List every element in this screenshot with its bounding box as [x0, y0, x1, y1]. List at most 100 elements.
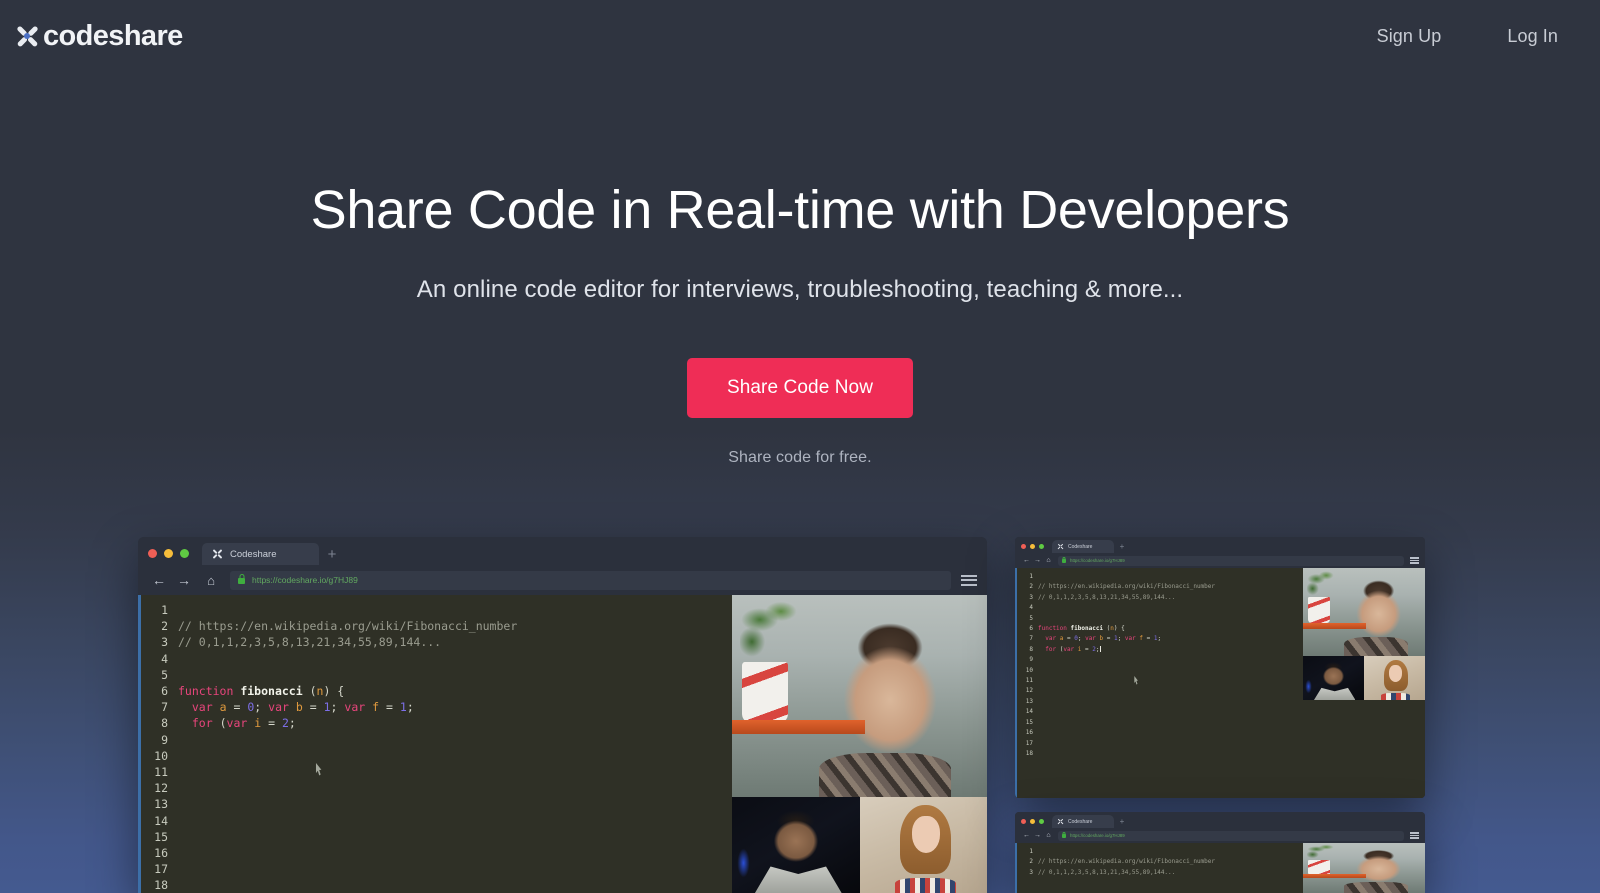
browser-toolbar-tertiary: ← → ⌂ https://codeshare.io/g7HJ89 — [1015, 828, 1425, 843]
close-window-button[interactable] — [1021, 819, 1026, 824]
line-number: 13 — [1017, 697, 1033, 707]
home-icon[interactable]: ⌂ — [1043, 830, 1054, 841]
browser-tabbar-tertiary: Codeshare + — [1015, 812, 1425, 828]
line-number: 16 — [141, 845, 168, 861]
padlock-icon — [238, 578, 245, 584]
browser-tab-codeshare[interactable]: Codeshare — [202, 543, 319, 565]
hero-subtitle: An online code editor for interviews, tr… — [0, 276, 1600, 304]
line-number: 11 — [141, 764, 168, 780]
home-icon[interactable]: ⌂ — [1043, 555, 1054, 566]
browser-toolbar: ← → ⌂ https://codeshare.io/g7HJ89 — [138, 565, 987, 595]
participant-main-video[interactable] — [732, 595, 987, 797]
arrow-right-icon[interactable]: → — [173, 569, 195, 591]
line-number: 10 — [141, 748, 168, 764]
nav-log-in[interactable]: Log In — [1507, 26, 1558, 47]
minimize-window-button[interactable] — [1030, 819, 1035, 824]
line-number: 16 — [1017, 728, 1033, 738]
line-number: 7 — [141, 699, 168, 715]
line-number: 8 — [141, 715, 168, 731]
code-content-main[interactable]: // https://en.wikipedia.org/wiki/Fibonac… — [168, 595, 517, 893]
browser-toolbar-secondary: ← → ⌂ https://codeshare.io/g7HJ89 — [1015, 553, 1425, 568]
codeshare-logo[interactable]: codeshare — [14, 20, 183, 53]
minimize-window-button[interactable] — [164, 549, 173, 558]
browser-mockup-tertiary: Codeshare + ← → ⌂ https://codeshare.io/g… — [1015, 812, 1425, 893]
participant-third-video[interactable] — [1364, 656, 1425, 700]
line-number: 6 — [141, 683, 168, 699]
logo-wordmark: codeshare — [43, 20, 183, 53]
line-number: 15 — [141, 829, 168, 845]
arrow-left-icon[interactable]: ← — [148, 569, 170, 591]
nav-sign-up[interactable]: Sign Up — [1377, 26, 1442, 47]
hamburger-menu-icon[interactable] — [1410, 557, 1419, 564]
line-number-gutter-main: 123456789101112131415161718 — [141, 595, 168, 893]
arrow-left-icon[interactable]: ← — [1021, 555, 1032, 566]
site-header: codeshare Sign Up Log In — [0, 0, 1600, 72]
participant-main-video[interactable] — [1303, 843, 1425, 893]
participant-main-video[interactable] — [1303, 568, 1425, 656]
line-number: 11 — [1017, 676, 1033, 686]
line-number: 5 — [141, 667, 168, 683]
plus-icon[interactable]: + — [319, 543, 345, 565]
maximize-window-button[interactable] — [1039, 819, 1044, 824]
url-bar[interactable]: https://codeshare.io/g7HJ89 — [230, 571, 951, 590]
video-thumbnail-row — [1303, 656, 1425, 700]
participant-third-video[interactable] — [860, 797, 988, 893]
line-number: 17 — [141, 861, 168, 877]
share-code-now-button[interactable]: Share Code Now — [687, 358, 913, 418]
cta-subtext: Share code for free. — [0, 449, 1600, 467]
codeshare-logo-icon — [1057, 818, 1064, 825]
browser-mockup-secondary: Codeshare + ← → ⌂ https://codeshare.io/g… — [1015, 537, 1425, 798]
maximize-window-button[interactable] — [180, 549, 189, 558]
participant-second-video[interactable] — [1303, 656, 1364, 700]
line-number: 18 — [141, 877, 168, 893]
plus-icon[interactable]: + — [1114, 540, 1130, 553]
arrow-right-icon[interactable]: → — [1032, 830, 1043, 841]
line-number: 3 — [1017, 593, 1033, 603]
hamburger-menu-icon[interactable] — [1410, 832, 1419, 839]
line-number: 3 — [141, 634, 168, 650]
window-traffic-lights-tertiary — [1021, 819, 1044, 828]
line-number: 10 — [1017, 666, 1033, 676]
code-editor-main[interactable]: 123456789101112131415161718 // https://e… — [138, 595, 732, 893]
url-text: https://codeshare.io/g7HJ89 — [252, 575, 358, 585]
code-content-secondary[interactable]: // https://en.wikipedia.org/wiki/Fibonac… — [1033, 568, 1215, 798]
line-number: 15 — [1017, 718, 1033, 728]
maximize-window-button[interactable] — [1039, 544, 1044, 549]
video-thumbnail-row — [732, 797, 987, 893]
participant-second-video[interactable] — [732, 797, 860, 893]
line-number: 13 — [141, 796, 168, 812]
line-number: 18 — [1017, 749, 1033, 759]
video-call-panel-main — [732, 595, 987, 893]
padlock-icon — [1062, 834, 1066, 838]
close-window-button[interactable] — [1021, 544, 1026, 549]
arrow-right-icon[interactable]: → — [1032, 555, 1043, 566]
browser-tab-codeshare[interactable]: Codeshare — [1052, 815, 1114, 828]
x-dots-logo-icon — [14, 23, 40, 49]
url-bar[interactable]: https://codeshare.io/g7HJ89 — [1058, 831, 1404, 841]
line-number: 12 — [1017, 686, 1033, 696]
line-number: 4 — [141, 651, 168, 667]
line-number: 4 — [1017, 603, 1033, 613]
line-number: 2 — [141, 618, 168, 634]
browser-mockup-main: Codeshare + ← → ⌂ https://codeshare.io/g… — [138, 537, 987, 893]
line-number: 9 — [141, 732, 168, 748]
line-number: 8 — [1017, 645, 1033, 655]
codeshare-logo-icon — [211, 548, 223, 560]
code-content-tertiary[interactable]: // https://en.wikipedia.org/wiki/Fibonac… — [1033, 843, 1215, 893]
codeshare-logo-icon — [1057, 543, 1064, 550]
browser-tab-label: Codeshare — [1068, 819, 1092, 825]
plus-icon[interactable]: + — [1114, 815, 1130, 828]
browser-tab-codeshare[interactable]: Codeshare — [1052, 540, 1114, 553]
hamburger-menu-icon[interactable] — [961, 574, 977, 586]
arrow-left-icon[interactable]: ← — [1021, 830, 1032, 841]
page-title: Share Code in Real-time with Developers — [0, 180, 1600, 240]
header-nav: Sign Up Log In — [1311, 26, 1558, 47]
url-bar[interactable]: https://codeshare.io/g7HJ89 — [1058, 556, 1404, 566]
home-icon[interactable]: ⌂ — [200, 569, 222, 591]
line-number: 12 — [141, 780, 168, 796]
close-window-button[interactable] — [148, 549, 157, 558]
minimize-window-button[interactable] — [1030, 544, 1035, 549]
codeshare-app-body-secondary: 123456789101112131415161718 // https://e… — [1015, 568, 1425, 798]
video-call-panel-tertiary — [1303, 843, 1425, 893]
line-number: 7 — [1017, 634, 1033, 644]
